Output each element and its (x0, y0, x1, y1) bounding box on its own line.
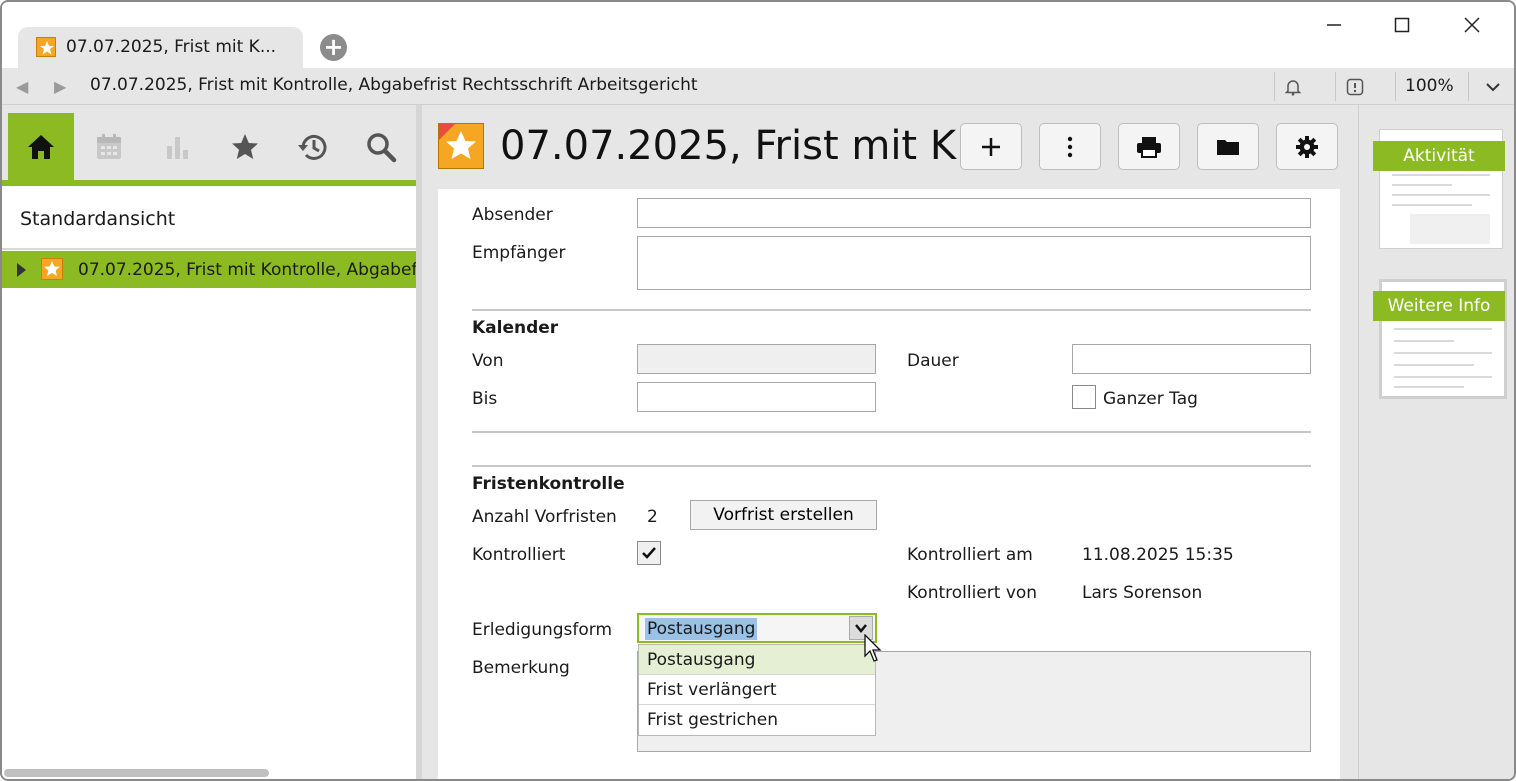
settings-button[interactable] (1276, 123, 1338, 170)
dropdown-option[interactable]: Postausgang (639, 645, 875, 675)
fristenkontrolle-heading: Fristenkontrolle (472, 474, 625, 494)
dauer-label: Dauer (907, 351, 959, 371)
kontrolliert-checkbox[interactable] (637, 541, 661, 565)
alert-icon[interactable] (1342, 74, 1368, 100)
view-title[interactable]: Standardansicht (20, 208, 175, 230)
page-title: 07.07.2025, Frist mit K... (500, 123, 995, 169)
tree-item-label: 07.07.2025, Frist mit Kontrolle, Abgabef… (78, 260, 445, 280)
star-icon (438, 123, 484, 169)
forward-icon[interactable]: ▶ (54, 77, 66, 96)
folder-button[interactable] (1197, 123, 1259, 170)
maximize-icon[interactable] (1382, 10, 1422, 40)
detail-form: Absender Empfänger Kalender Von Dauer Bi… (438, 189, 1340, 779)
close-icon[interactable] (1452, 10, 1492, 40)
tree-item[interactable]: 07.07.2025, Frist mit Kontrolle, Abgabef… (2, 251, 445, 288)
ganzer-tag-label: Ganzer Tag (1103, 389, 1198, 409)
star-icon[interactable] (212, 113, 278, 180)
anzahl-vorfristen-value: 2 (647, 507, 658, 527)
checkmark-icon (642, 547, 656, 559)
zoom-level[interactable]: 100% (1405, 76, 1454, 96)
mouse-cursor-icon (864, 634, 882, 662)
add-tab-icon[interactable]: + (320, 34, 347, 61)
search-icon[interactable] (348, 113, 414, 180)
calendar-icon[interactable] (76, 113, 142, 180)
kontrolliert-label: Kontrolliert (472, 545, 566, 565)
kontrolliert-am-value: 11.08.2025 15:35 (1082, 545, 1234, 565)
kontrolliert-von-label: Kontrolliert von (907, 583, 1038, 603)
tab-title: 07.07.2025, Frist mit K... (66, 37, 277, 57)
address-text: 07.07.2025, Frist mit Kontrolle, Abgabef… (90, 75, 698, 95)
main-pane: 07.07.2025, Frist mit K... Absender Empf… (422, 105, 1358, 779)
absender-label: Absender (472, 205, 553, 225)
print-button[interactable] (1118, 123, 1180, 170)
bis-label: Bis (472, 389, 498, 409)
chevron-down-icon[interactable] (1480, 74, 1506, 100)
absender-input[interactable] (637, 198, 1311, 228)
kontrolliert-von-value: Lars Sorenson (1082, 583, 1203, 603)
back-icon[interactable]: ◀ (16, 77, 28, 96)
nav-bar (2, 105, 416, 186)
history-icon[interactable] (280, 113, 346, 180)
app-window: 07.07.2025, Frist mit K... + ◀ ▶ 07.07.2… (0, 0, 1516, 781)
address-bar: ◀ ▶ 07.07.2025, Frist mit Kontrolle, Abg… (2, 68, 1514, 105)
erledigungsform-dropdown: Postausgang Frist verlängert Frist gestr… (638, 644, 876, 736)
dropdown-option[interactable]: Frist verlängert (639, 675, 875, 705)
ganzer-tag-checkbox[interactable] (1072, 385, 1096, 409)
star-icon (36, 37, 56, 57)
title-bar: 07.07.2025, Frist mit K... + (2, 2, 1514, 68)
empfaenger-input[interactable] (637, 236, 1311, 290)
left-pane: Standardansicht 07.07.2025, Frist mit Ko… (2, 105, 445, 779)
empfaenger-label: Empfänger (472, 243, 566, 263)
bis-input[interactable] (637, 382, 876, 412)
bell-icon[interactable] (1280, 74, 1306, 100)
dauer-input[interactable] (1072, 344, 1311, 374)
home-icon[interactable] (8, 113, 74, 180)
anzahl-vorfristen-label: Anzahl Vorfristen (472, 507, 617, 527)
kalender-heading: Kalender (472, 318, 559, 338)
vorfrist-erstellen-button[interactable]: Vorfrist erstellen (690, 500, 877, 530)
right-pane: Aktivität Weitere Info (1358, 105, 1514, 779)
aktivitaet-tab[interactable]: Aktivität (1373, 141, 1505, 171)
weitere-info-tab[interactable]: Weitere Info (1373, 291, 1505, 321)
minimize-icon[interactable] (1314, 10, 1354, 40)
add-button[interactable] (960, 123, 1022, 170)
horizontal-scrollbar[interactable] (4, 769, 269, 777)
dropdown-option[interactable]: Frist gestrichen (639, 705, 875, 735)
browser-tab[interactable]: 07.07.2025, Frist mit K... (18, 27, 303, 68)
star-icon (41, 258, 63, 280)
expand-arrow-icon[interactable] (17, 263, 26, 277)
kontrolliert-am-label: Kontrolliert am (907, 545, 1033, 565)
von-label: Von (472, 351, 504, 371)
erledigungsform-selected: Postausgang (645, 618, 758, 640)
more-options-button[interactable] (1039, 123, 1101, 170)
erledigungsform-label: Erledigungsform (472, 620, 613, 640)
bemerkung-label: Bemerkung (472, 658, 570, 678)
erledigungsform-select[interactable]: Postausgang (637, 613, 877, 643)
chart-icon[interactable] (144, 113, 210, 180)
von-input[interactable] (637, 344, 876, 374)
